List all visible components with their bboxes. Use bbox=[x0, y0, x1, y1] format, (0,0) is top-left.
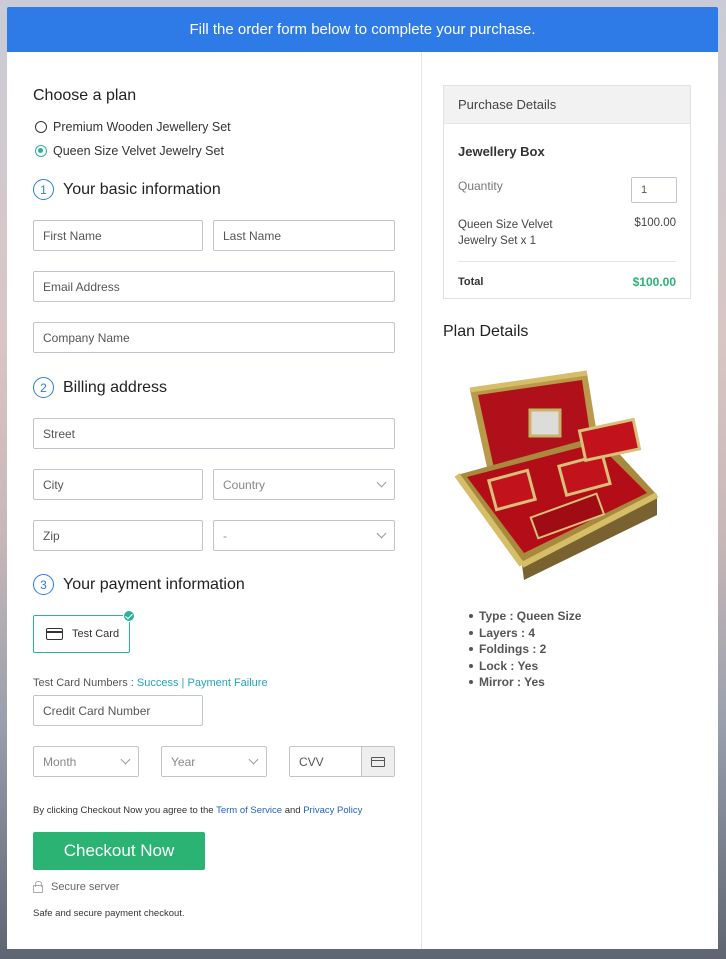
cvv-card-button[interactable] bbox=[361, 747, 394, 776]
chevron-down-icon bbox=[248, 754, 259, 765]
terms-and: and bbox=[282, 805, 304, 816]
step-number-2: 2 bbox=[33, 377, 54, 398]
plan-features-list: Type : Queen Size Layers : 4 Foldings : … bbox=[469, 608, 581, 691]
quantity-input[interactable]: 1 bbox=[631, 177, 677, 203]
radio-icon[interactable] bbox=[35, 121, 47, 133]
year-select[interactable]: Year bbox=[161, 746, 267, 777]
cvv-input[interactable]: CVV bbox=[289, 746, 395, 777]
product-title: Jewellery Box bbox=[458, 144, 545, 159]
test-numbers-label: Test Card Numbers : bbox=[33, 677, 137, 689]
plan-option-label: Premium Wooden Jewellery Set bbox=[53, 120, 231, 134]
form-column: Choose a plan Premium Wooden Jewellery S… bbox=[7, 52, 422, 949]
city-input[interactable]: City bbox=[33, 469, 203, 500]
jewellery-box-image bbox=[454, 370, 659, 580]
plan-option-premium-wooden[interactable]: Premium Wooden Jewellery Set bbox=[35, 120, 231, 134]
step-number-3: 3 bbox=[33, 574, 54, 595]
terms-notice: By clicking Checkout Now you agree to th… bbox=[33, 805, 362, 816]
feature-item: Type : Queen Size bbox=[469, 608, 581, 625]
test-card-label: Test Card bbox=[72, 628, 120, 640]
test-card-option[interactable]: Test Card bbox=[33, 610, 135, 653]
purchase-details-heading: Purchase Details bbox=[444, 86, 690, 124]
year-select-value: Year bbox=[171, 754, 196, 769]
checkmark-icon bbox=[123, 610, 135, 622]
lock-icon bbox=[33, 880, 43, 893]
step-number-1: 1 bbox=[33, 179, 54, 200]
zip-input[interactable]: Zip bbox=[33, 520, 203, 551]
cvv-placeholder: CVV bbox=[299, 754, 324, 769]
card-icon bbox=[371, 756, 385, 767]
summary-column: Purchase Details Jewellery Box Quantity … bbox=[422, 52, 718, 949]
line-item-name: Queen Size Velvet Jewelry Set x 1 bbox=[458, 219, 553, 247]
payment-failure-link[interactable]: Payment Failure bbox=[187, 677, 267, 689]
country-select[interactable]: Country bbox=[213, 469, 395, 500]
term-of-service-link[interactable]: Term of Service bbox=[216, 805, 282, 816]
payment-section-title: 3 Your payment information bbox=[33, 574, 245, 595]
secure-server-note: Secure server bbox=[33, 880, 120, 893]
top-banner: Fill the order form below to complete yo… bbox=[7, 7, 718, 52]
chevron-down-icon bbox=[376, 477, 387, 488]
chevron-down-icon bbox=[376, 528, 387, 539]
credit-card-icon bbox=[46, 628, 63, 640]
last-name-input[interactable]: Last Name bbox=[213, 220, 395, 251]
plan-option-queen-velvet[interactable]: Queen Size Velvet Jewelry Set bbox=[35, 144, 224, 158]
total-value: $100.00 bbox=[632, 275, 676, 289]
radio-selected-icon[interactable] bbox=[35, 145, 47, 157]
quantity-label: Quantity bbox=[458, 179, 503, 193]
choose-plan-heading: Choose a plan bbox=[33, 87, 137, 104]
checkout-now-button[interactable]: Checkout Now bbox=[33, 832, 205, 870]
secure-server-label: Secure server bbox=[51, 881, 120, 893]
month-select-value: Month bbox=[43, 754, 77, 769]
email-input[interactable]: Email Address bbox=[33, 271, 395, 302]
plan-option-label: Queen Size Velvet Jewelry Set bbox=[53, 144, 224, 158]
basic-info-section-title: 1 Your basic information bbox=[33, 179, 221, 200]
terms-prefix: By clicking Checkout Now you agree to th… bbox=[33, 805, 217, 816]
state-select[interactable]: - bbox=[213, 520, 395, 551]
purchase-details-box: Purchase Details Jewellery Box Quantity … bbox=[443, 85, 691, 299]
credit-card-number-input[interactable]: Credit Card Number bbox=[33, 695, 203, 726]
month-select[interactable]: Month bbox=[33, 746, 139, 777]
divider bbox=[458, 261, 676, 262]
order-form-card: Choose a plan Premium Wooden Jewellery S… bbox=[7, 52, 718, 949]
banner-text: Fill the order form below to complete yo… bbox=[189, 21, 536, 38]
chevron-down-icon bbox=[120, 754, 131, 765]
payment-heading: Your payment information bbox=[63, 575, 245, 593]
company-input[interactable]: Company Name bbox=[33, 322, 395, 353]
line-item-price: $100.00 bbox=[634, 217, 676, 229]
state-select-value: - bbox=[223, 528, 227, 543]
feature-item: Layers : 4 bbox=[469, 625, 581, 642]
safe-checkout-note: Safe and secure payment checkout. bbox=[33, 908, 185, 919]
success-link[interactable]: Success bbox=[137, 677, 179, 689]
basic-info-heading: Your basic information bbox=[63, 180, 221, 198]
country-select-value: Country bbox=[223, 477, 266, 492]
first-name-input[interactable]: First Name bbox=[33, 220, 203, 251]
total-label: Total bbox=[458, 276, 484, 288]
feature-item: Mirror : Yes bbox=[469, 674, 581, 691]
billing-heading: Billing address bbox=[63, 378, 168, 396]
plan-details-heading: Plan Details bbox=[443, 323, 529, 340]
feature-item: Foldings : 2 bbox=[469, 641, 581, 658]
test-card-numbers: Test Card Numbers : Success | Payment Fa… bbox=[33, 677, 268, 689]
billing-section-title: 2 Billing address bbox=[33, 377, 167, 398]
street-input[interactable]: Street bbox=[33, 418, 395, 449]
feature-item: Lock : Yes bbox=[469, 658, 581, 675]
privacy-policy-link[interactable]: Privacy Policy bbox=[303, 805, 362, 816]
